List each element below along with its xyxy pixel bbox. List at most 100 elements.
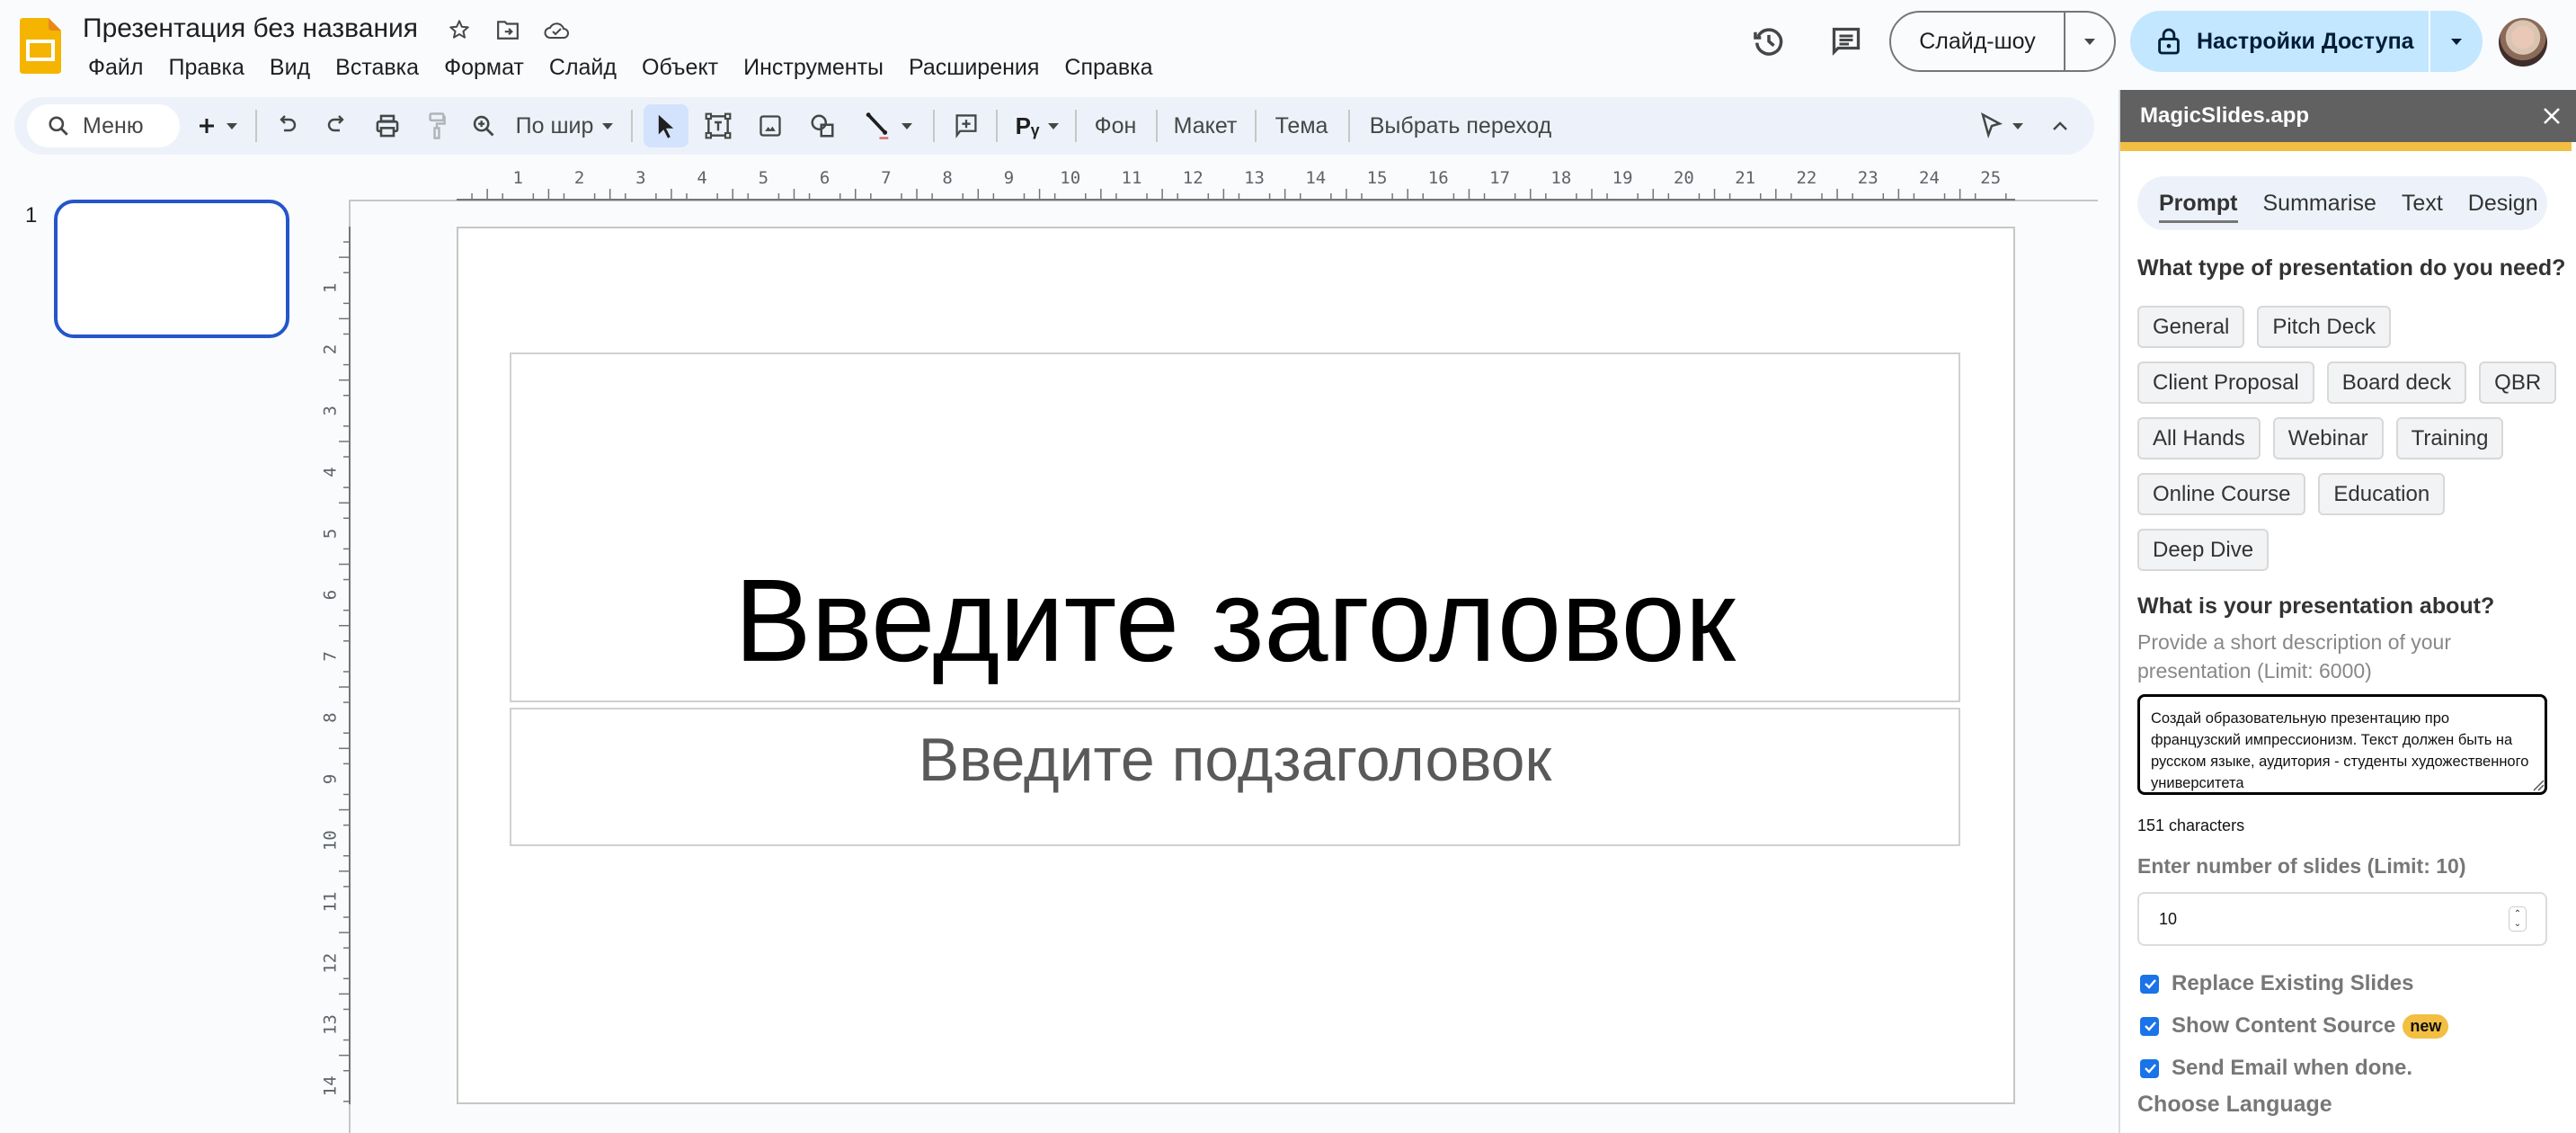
text-box-button[interactable] [696, 104, 741, 147]
menu-extensions[interactable]: Расширения [896, 50, 1052, 85]
option-show-source[interactable]: Show Content Source new [2140, 1013, 2449, 1039]
avatar[interactable] [2499, 18, 2547, 67]
toolbar-divider [1156, 110, 1158, 142]
type-chip-general[interactable]: General [2137, 306, 2245, 348]
menu-search-placeholder: Меню [83, 112, 144, 138]
ruler-label: 3 [635, 168, 645, 188]
slides-count-input[interactable] [2137, 892, 2547, 946]
vertical-ruler[interactable]: 1234567891011121314 [315, 227, 351, 1104]
ruler-label: 12 [321, 953, 341, 974]
move-to-folder-icon[interactable] [493, 14, 523, 45]
type-chip-online-course[interactable]: Online Course [2137, 473, 2306, 515]
shape-button[interactable] [800, 104, 845, 147]
toolbar-divider [933, 110, 935, 142]
chevron-down-icon [227, 122, 237, 129]
panel-accent-strip [2120, 142, 2572, 151]
send-email-checkbox[interactable] [2140, 1058, 2159, 1078]
slides-logo-icon [20, 18, 61, 74]
slideshow-button[interactable]: Слайд-шоу [1889, 11, 2116, 72]
ruler-label: 17 [1489, 168, 1510, 188]
type-chip-board-deck[interactable]: Board deck [2326, 361, 2467, 404]
type-chip-webinar[interactable]: Webinar [2272, 417, 2384, 459]
new-slide-button[interactable] [191, 104, 244, 147]
title-placeholder[interactable]: Введите заголовок [510, 352, 1960, 702]
background-button[interactable]: Фон [1084, 104, 1147, 147]
type-chip-client-proposal[interactable]: Client Proposal [2137, 361, 2314, 404]
input-tools-button[interactable]: Pᵧ [1007, 104, 1068, 147]
menu-view[interactable]: Вид [257, 50, 323, 85]
print-button[interactable] [365, 104, 410, 147]
menu-tools[interactable]: Инструменты [731, 50, 896, 85]
horizontal-ruler[interactable]: 1 2 3 4 5 6 7 8 9 10 11 12 13 14 15 16 17 18 19 20 21 22 23 24 2… [457, 167, 2015, 201]
slide-number: 1 [25, 203, 38, 227]
add-comment-button[interactable] [944, 104, 989, 147]
close-panel-button[interactable] [2536, 101, 2567, 131]
menu-slide[interactable]: Слайд [537, 50, 629, 85]
replace-slides-checkbox[interactable] [2140, 974, 2159, 994]
redo-button[interactable] [316, 104, 356, 147]
tab-text[interactable]: Text [2402, 187, 2443, 219]
type-chip-education[interactable]: Education [2318, 473, 2446, 515]
undo-button[interactable] [268, 104, 307, 147]
menu-object[interactable]: Объект [629, 50, 731, 85]
insert-image-button[interactable] [748, 104, 793, 147]
presentation-about-question: What is your presentation about? [2137, 593, 2495, 619]
tab-design[interactable]: Design [2468, 187, 2538, 219]
zoom-button[interactable] [464, 104, 503, 147]
ruler-label: 8 [942, 168, 952, 188]
presentation-description-input[interactable]: Создай образовательную презентацию про ф… [2137, 694, 2547, 795]
ruler-label: 22 [1796, 168, 1817, 188]
type-chip-qbr[interactable]: QBR [2479, 361, 2557, 404]
line-button[interactable] [852, 104, 924, 147]
slideshow-label[interactable]: Слайд-шоу [1891, 13, 2065, 70]
slideshow-dropdown[interactable] [2065, 38, 2114, 45]
transition-button[interactable]: Выбрать переход [1357, 104, 1564, 147]
document-title[interactable]: Презентация без названия [83, 11, 418, 47]
pointer-mode-button[interactable] [1970, 104, 2033, 147]
menu-edit[interactable]: Правка [155, 50, 256, 85]
tab-summarise[interactable]: Summarise [2263, 187, 2376, 219]
menu-format[interactable]: Формат [431, 50, 537, 85]
version-history-icon[interactable] [1747, 20, 1790, 63]
type-chip-pitch-deck[interactable]: Pitch Deck [2257, 306, 2392, 348]
toolbar-divider [1075, 110, 1077, 142]
ruler-label: 15 [1367, 168, 1388, 188]
chevron-up-icon[interactable]: ⌃ [2514, 909, 2521, 919]
ruler-label: 19 [1612, 168, 1633, 188]
share-main[interactable]: Настройки Доступа [2130, 11, 2430, 72]
menu-file[interactable]: Файл [76, 50, 155, 85]
zoom-in-icon [473, 115, 494, 137]
send-email-label: Send Email when done. [2172, 1056, 2413, 1080]
theme-button[interactable]: Тема [1264, 104, 1339, 147]
number-spinner[interactable]: ⌃ ⌄ [2509, 906, 2527, 932]
type-chip-all-hands[interactable]: All Hands [2137, 417, 2261, 459]
subtitle-placeholder[interactable]: Введите подзаголовок [510, 708, 1960, 846]
collapse-toolbar-button[interactable] [2042, 104, 2078, 147]
add-comment-icon [955, 114, 977, 138]
menu-search-input[interactable]: Меню [27, 104, 180, 147]
star-icon[interactable] [444, 14, 475, 45]
select-tool-button[interactable] [644, 104, 688, 147]
comments-icon[interactable] [1825, 20, 1868, 63]
option-send-email[interactable]: Send Email when done. [2140, 1056, 2412, 1081]
chevron-down-icon [2084, 38, 2095, 45]
ruler-label: 8 [321, 712, 341, 722]
menu-help[interactable]: Справка [1052, 50, 1165, 85]
tab-prompt[interactable]: Prompt [2159, 187, 2238, 223]
layout-button[interactable]: Макет [1165, 104, 1246, 147]
menu-insert[interactable]: Вставка [323, 50, 431, 85]
option-replace-slides[interactable]: Replace Existing Slides [2140, 971, 2413, 996]
resize-handle-icon[interactable] [2532, 779, 2545, 791]
zoom-select[interactable]: По шир [511, 104, 618, 147]
chevron-down-icon[interactable]: ⌄ [2514, 919, 2521, 929]
ruler-label: 1 [321, 283, 341, 293]
share-button[interactable]: Настройки Доступа [2130, 11, 2483, 72]
show-source-checkbox[interactable] [2140, 1016, 2159, 1036]
cloud-saved-icon[interactable] [541, 14, 572, 45]
paint-format-button[interactable] [417, 104, 457, 147]
type-chip-deep-dive[interactable]: Deep Dive [2137, 529, 2270, 571]
share-dropdown[interactable] [2430, 38, 2483, 45]
slides-logo[interactable] [20, 18, 61, 74]
type-chip-training[interactable]: Training [2395, 417, 2504, 459]
slide-thumbnail[interactable] [54, 200, 289, 338]
